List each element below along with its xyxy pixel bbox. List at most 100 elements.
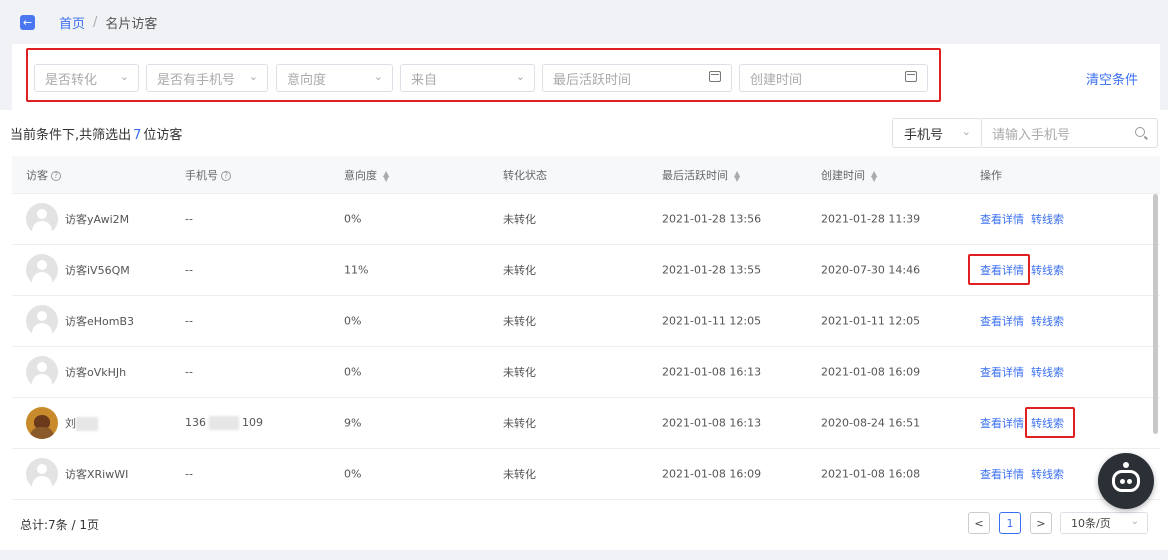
table-row: 刘 136 109 9% 未转化 2021-01-08 16:13 2020-08… (12, 398, 1160, 449)
converted-filter-label: 是否转化 (45, 72, 98, 88)
robot-icon[interactable] (1098, 453, 1154, 509)
visitor-status: 未转化 (503, 213, 536, 226)
header-last-active-label: 最后活跃时间 (662, 168, 728, 182)
visitor-phone: -- (185, 263, 193, 277)
has-phone-filter[interactable]: 是否有手机号 ⌄ (146, 64, 268, 92)
visitor-created: 2021-01-08 16:09 (821, 365, 921, 379)
table-scrollbar[interactable] (1153, 194, 1158, 434)
avatar (26, 254, 58, 286)
prev-page-button[interactable]: < (968, 512, 990, 534)
sort-icon[interactable]: ▲ ▼ (383, 169, 389, 182)
page-size-label: 10条/页 (1071, 517, 1111, 530)
breadcrumb-current: 名片访客 (105, 16, 158, 32)
table-row: 访客iV56QM -- 11% 未转化 2021-01-28 13:55 202… (12, 245, 1160, 296)
visitor-intent: 11% (344, 263, 369, 277)
convert-lead-link[interactable]: 转线索 (1031, 262, 1064, 278)
has-phone-filter-label: 是否有手机号 (157, 72, 236, 88)
visitor-name[interactable]: 访客oVkHJh (65, 364, 126, 380)
page-1-button[interactable]: 1 (999, 512, 1021, 534)
visitor-name[interactable]: 访客eHomB3 (65, 313, 134, 329)
visitor-list-panel: 当前条件下,共筛选出 7 位访客 手机号 ⌄ 请输入手机号 访客? 手机号? 意向度… (0, 110, 1168, 550)
avatar (26, 356, 58, 388)
table-row: 访客yAwi2M -- 0% 未转化 2021-01-28 13:56 2021… (12, 194, 1160, 245)
visitor-phone: -- (185, 365, 193, 379)
breadcrumb-separator: / (93, 14, 98, 30)
table-row: 访客oVkHJh -- 0% 未转化 2021-01-08 16:13 2021… (12, 347, 1160, 398)
last-active-filter-label: 最后活跃时间 (553, 72, 632, 88)
avatar (26, 305, 58, 337)
view-detail-link[interactable]: 查看详情 (980, 466, 1024, 482)
summary-count: 7 (133, 128, 142, 143)
robot-antenna (1123, 462, 1129, 468)
visitor-name[interactable]: 访客iV56QM (65, 262, 130, 278)
redacted-block (209, 416, 239, 430)
sort-icon[interactable]: ▲ ▼ (871, 169, 877, 182)
calendar-icon (905, 71, 917, 82)
visitor-table: 访客? 手机号? 意向度 ▲ ▼ 转化状态 最后活跃时间 ▲ ▼ 创建时间 ▲ ▼ 操作 访… (12, 156, 1160, 500)
visitor-created: 2021-01-11 12:05 (821, 314, 921, 328)
filter-panel: 是否转化 ⌄ 是否有手机号 ⌄ 意向度 ⌄ 来自 ⌄ 最后活跃时间 创建时间 清… (12, 44, 1160, 110)
avatar (26, 203, 58, 235)
avatar (26, 458, 58, 490)
visitor-name[interactable]: 访客yAwi2M (65, 211, 129, 227)
source-filter[interactable]: 来自 ⌄ (400, 64, 535, 92)
last-active-filter[interactable]: 最后活跃时间 (542, 64, 732, 92)
convert-lead-link[interactable]: 转线索 (1031, 466, 1064, 482)
header-created-label: 创建时间 (821, 168, 865, 182)
view-detail-link[interactable]: 查看详情 (980, 415, 1024, 431)
table-header: 访客? 手机号? 意向度 ▲ ▼ 转化状态 最后活跃时间 ▲ ▼ 创建时间 ▲ ▼ 操作 (12, 156, 1160, 194)
pagination-total: 总计:7条 / 1页 (20, 518, 99, 532)
phone-search-input[interactable]: 请输入手机号 (982, 118, 1158, 148)
created-filter[interactable]: 创建时间 (739, 64, 928, 92)
view-detail-link[interactable]: 查看详情 (980, 364, 1024, 380)
converted-filter[interactable]: 是否转化 ⌄ (34, 64, 139, 92)
visitor-created: 2021-01-08 16:08 (821, 467, 921, 481)
visitor-last-active: 2021-01-28 13:56 (662, 212, 762, 226)
visitor-created: 2020-08-24 16:51 (821, 416, 921, 430)
visitor-last-active: 2021-01-08 16:13 (662, 365, 762, 379)
intent-filter[interactable]: 意向度 ⌄ (276, 64, 393, 92)
help-icon[interactable]: ? (221, 170, 231, 181)
convert-lead-link[interactable]: 转线索 (1031, 211, 1064, 227)
visitor-intent: 0% (344, 365, 362, 379)
back-arrow-icon[interactable]: ← (20, 14, 35, 30)
visitor-phone: -- (185, 467, 193, 481)
summary-suffix: 位访客 (143, 128, 183, 143)
header-phone: 手机号? (185, 167, 231, 183)
next-page-button[interactable]: > (1030, 512, 1052, 534)
visitor-created: 2020-07-30 14:46 (821, 263, 921, 277)
visitor-phone: -- (185, 314, 193, 328)
header-status: 转化状态 (503, 168, 547, 182)
search-type-select[interactable]: 手机号 ⌄ (892, 118, 982, 148)
chevron-down-icon: ⌄ (1130, 516, 1139, 527)
view-detail-link[interactable]: 查看详情 (980, 313, 1024, 329)
visitor-name[interactable]: 访客XRiwWI (65, 466, 128, 482)
clear-filters-button[interactable]: 清空条件 (1086, 69, 1138, 88)
header-actions: 操作 (980, 168, 1002, 182)
header-intent[interactable]: 意向度 ▲ ▼ (344, 167, 389, 183)
visitor-status: 未转化 (503, 417, 536, 430)
view-detail-link[interactable]: 查看详情 (980, 211, 1024, 227)
calendar-icon (709, 71, 721, 82)
chevron-down-icon: ⌄ (119, 70, 129, 83)
search-icon[interactable] (1135, 127, 1145, 137)
summary-prefix: 当前条件下,共筛选出 (10, 128, 132, 143)
breadcrumb-home[interactable]: 首页 (59, 13, 85, 32)
breadcrumb-bar: ← 首页 / 名片访客 (0, 0, 1168, 44)
visitor-status: 未转化 (503, 264, 536, 277)
phone-prefix: 136 (185, 416, 206, 429)
sort-icon[interactable]: ▲ ▼ (734, 169, 740, 182)
search-placeholder: 请输入手机号 (992, 127, 1071, 143)
header-visitor-label: 访客 (26, 168, 48, 182)
visitor-status: 未转化 (503, 468, 536, 481)
help-icon[interactable]: ? (51, 170, 61, 181)
visitor-intent: 0% (344, 314, 362, 328)
header-last-active[interactable]: 最后活跃时间 ▲ ▼ (662, 167, 740, 183)
visitor-name[interactable]: 刘 (65, 415, 98, 431)
page-size-select[interactable]: 10条/页 ⌄ (1060, 512, 1148, 534)
convert-lead-link[interactable]: 转线索 (1031, 313, 1064, 329)
chevron-down-icon: ⌄ (248, 70, 258, 83)
convert-lead-link[interactable]: 转线索 (1031, 364, 1064, 380)
result-summary: 当前条件下,共筛选出 7 位访客 (10, 124, 182, 143)
header-created[interactable]: 创建时间 ▲ ▼ (821, 167, 877, 183)
